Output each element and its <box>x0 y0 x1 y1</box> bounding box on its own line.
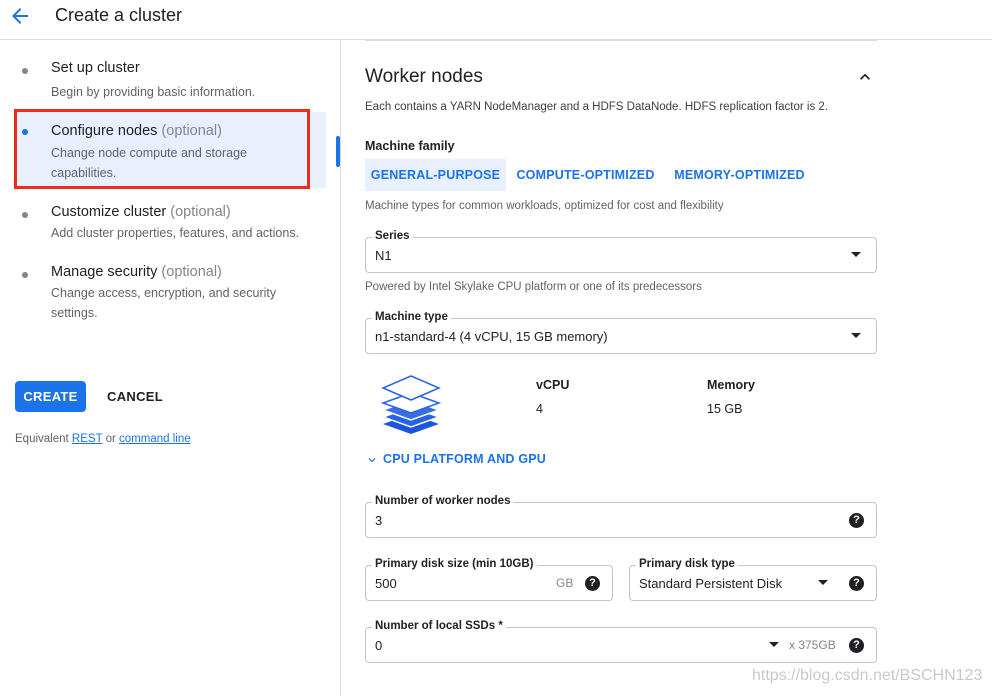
step-description: settings. <box>51 306 98 320</box>
vcpu-label: vCPU <box>536 378 570 392</box>
step-optional-label: (optional) <box>170 204 231 220</box>
step-bullet <box>22 212 28 218</box>
machine-type-label: Machine type <box>372 311 451 323</box>
help-icon[interactable]: ? <box>849 638 864 653</box>
step-set-up-cluster[interactable]: Set up cluster Begin by providing basic … <box>14 58 326 106</box>
machine-family-hint: Machine types for common workloads, opti… <box>365 200 724 212</box>
help-icon[interactable]: ? <box>849 576 864 591</box>
step-bullet <box>22 272 28 278</box>
active-step-indicator <box>336 136 340 167</box>
series-value: N1 <box>375 248 392 263</box>
step-optional-label: (optional) <box>161 264 222 280</box>
steps-panel: Set up cluster Begin by providing basic … <box>0 40 341 696</box>
vcpu-value: 4 <box>536 402 543 416</box>
local-ssds-unit: x 375GB <box>789 638 836 652</box>
disk-type-value: Standard Persistent Disk <box>639 576 783 591</box>
arrow-back-icon <box>12 8 28 24</box>
machine-stack-icon <box>380 375 442 434</box>
step-bullet <box>22 68 28 74</box>
step-description: Begin by providing basic information. <box>51 85 256 99</box>
top-bar: Create a cluster <box>0 0 992 40</box>
worker-nodes-value: 3 <box>375 513 383 528</box>
memory-label: Memory <box>707 378 755 392</box>
step-manage-security[interactable]: Manage security (optional) Change access… <box>14 262 326 322</box>
dropdown-arrow-icon <box>851 333 861 338</box>
page-title: Create a cluster <box>55 5 183 25</box>
help-icon[interactable]: ? <box>849 513 864 528</box>
worker-nodes-panel: Worker nodes Each contains a YARN NodeMa… <box>341 40 992 696</box>
equivalent-prefix: Equivalent <box>15 433 69 445</box>
highlight-annotation <box>14 109 310 189</box>
tab-compute-optimized[interactable]: COMPUTE-OPTIMIZED <box>510 159 661 191</box>
equivalent-or: or <box>105 433 116 445</box>
chevron-up-icon <box>860 73 870 80</box>
series-hint: Powered by Intel Skylake CPU platform or… <box>365 281 702 293</box>
disk-type-select[interactable]: Primary disk type Standard Persistent Di… <box>629 558 877 601</box>
watermark: https://blog.csdn.net/BSCHN123 <box>752 667 983 684</box>
command-line-link[interactable]: command line <box>119 433 191 445</box>
local-ssds-select[interactable]: Number of local SSDs * 0 x 375GB ? <box>365 620 877 663</box>
machine-type-value: n1-standard-4 (4 vCPU, 15 GB memory) <box>375 329 608 344</box>
create-button[interactable]: CREATE <box>15 381 86 412</box>
machine-family-label: Machine family <box>365 139 455 153</box>
cancel-button[interactable]: CANCEL <box>100 381 170 412</box>
step-description: Change access, encryption, and security <box>51 286 277 300</box>
series-label: Series <box>372 230 413 242</box>
tab-memory-optimized[interactable]: MEMORY-OPTIMIZED <box>665 159 814 191</box>
section-divider <box>365 40 877 41</box>
step-title: Manage security <box>51 264 158 280</box>
disk-size-unit: GB <box>556 576 574 590</box>
collapse-section-button[interactable] <box>855 67 875 87</box>
memory-value: 15 GB <box>707 402 743 416</box>
dropdown-arrow-icon <box>818 580 828 585</box>
cpu-platform-gpu-label: CPU PLATFORM AND GPU <box>383 452 547 466</box>
chevron-down-icon <box>368 458 376 463</box>
dropdown-arrow-icon <box>769 642 779 647</box>
machine-type-select[interactable]: Machine type n1-standard-4 (4 vCPU, 15 G… <box>365 311 877 354</box>
help-icon[interactable]: ? <box>585 576 600 591</box>
equivalent-links: Equivalent REST or command line <box>15 433 191 445</box>
step-title: Customize cluster <box>51 204 167 220</box>
dropdown-arrow-icon <box>851 252 861 257</box>
rest-link[interactable]: REST <box>72 433 102 445</box>
disk-size-label: Primary disk size (min 10GB) <box>372 558 537 570</box>
disk-size-input[interactable]: Primary disk size (min 10GB) 500 GB ? <box>365 558 613 601</box>
tab-general-purpose[interactable]: GENERAL-PURPOSE <box>365 159 506 191</box>
series-select[interactable]: Series N1 <box>365 230 877 273</box>
section-title: Worker nodes <box>365 66 483 87</box>
disk-size-value: 500 <box>375 576 397 591</box>
step-customize-cluster[interactable]: Customize cluster (optional) Add cluster… <box>14 202 326 242</box>
disk-type-label: Primary disk type <box>636 558 738 570</box>
local-ssds-value: 0 <box>375 638 383 653</box>
section-description: Each contains a YARN NodeManager and a H… <box>365 101 828 113</box>
worker-nodes-input[interactable]: Number of worker nodes 3 ? <box>365 495 877 538</box>
step-title: Set up cluster <box>51 60 140 76</box>
back-button[interactable] <box>8 4 32 28</box>
local-ssds-label: Number of local SSDs * <box>372 620 506 632</box>
worker-nodes-label: Number of worker nodes <box>372 495 514 507</box>
step-description: Add cluster properties, features, and ac… <box>51 226 300 240</box>
